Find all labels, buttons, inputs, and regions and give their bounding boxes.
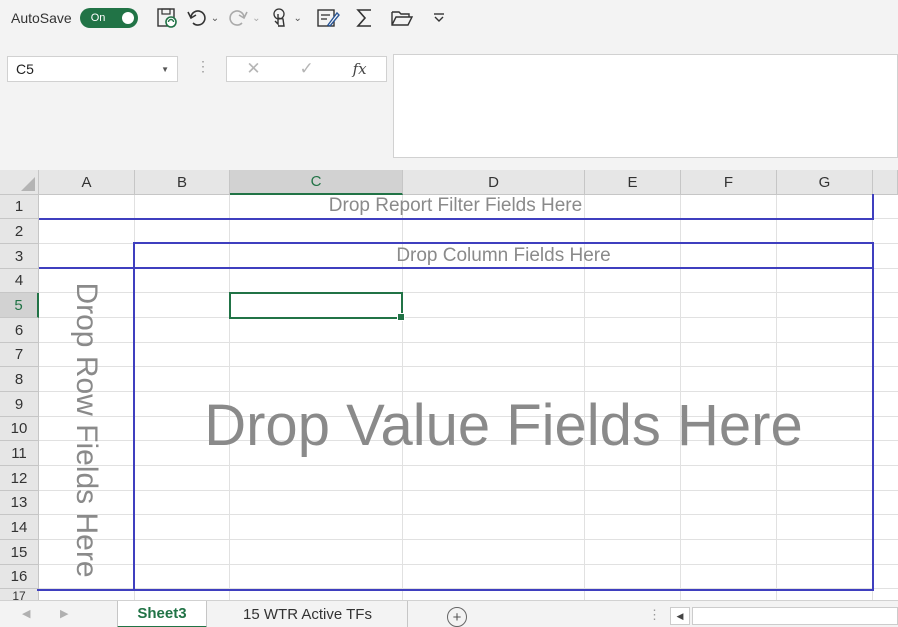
toggle-knob [121,12,134,24]
row-header-14[interactable]: 14 [0,515,39,540]
row-header-6[interactable]: 6 [0,318,39,343]
formula-bar-buttons: ✕ ✓ fx [226,56,387,82]
selected-cell-c5[interactable] [229,292,405,321]
touch-mode-icon [272,8,285,27]
chevron-down-icon[interactable]: ▼ [161,65,169,74]
chevron-down-icon[interactable]: ⌄ [252,13,260,24]
row-header-16[interactable]: 16 [0,565,39,589]
row-header-1[interactable]: 1 [0,195,39,219]
scroll-tabs-left-icon[interactable]: ◀ [22,607,30,620]
column-header-d[interactable]: D [403,170,585,195]
enter-icon[interactable]: ✓ [299,59,313,79]
worksheet-grid[interactable]: A B C D E F G 1 2 3 4 5 6 7 8 9 10 11 12… [0,170,898,600]
autosum-icon [356,9,371,27]
column-fields-placeholder: Drop Column Fields Here [396,244,611,266]
select-all-button[interactable] [0,170,39,195]
undo-icon [187,10,206,26]
autosave-label: AutoSave [11,10,72,26]
row-header-5[interactable]: 5 [0,293,39,318]
sheet-tab-15-wtr-active-tfs[interactable]: 15 WTR Active TFs [208,601,408,627]
form-icon [317,9,340,27]
row-header-13[interactable]: 13 [0,491,39,515]
plus-icon: + [452,608,462,626]
name-box[interactable]: C5 ▼ [7,56,178,82]
row-header-10[interactable]: 10 [0,417,39,441]
formula-bar-grip-icon[interactable]: ⋮ [196,58,210,75]
cancel-icon[interactable]: ✕ [246,59,260,79]
customize-toolbar-icon [433,13,444,22]
undo-button[interactable]: ⌄ [186,5,219,31]
name-box-value: C5 [16,61,34,77]
insert-function-icon[interactable]: fx [353,60,367,78]
row-header-4[interactable]: 4 [0,269,39,293]
open-folder-icon [391,11,414,26]
row-header-12[interactable]: 12 [0,466,39,491]
open-button[interactable] [390,5,414,31]
row-header-17[interactable]: 17 [0,589,39,600]
column-header-f[interactable]: F [681,170,777,195]
quick-access-toolbar: AutoSave On ⌄ ⌄ ⌄ [0,0,898,36]
redo-button[interactable]: ⌄ [227,5,261,31]
autosum-button[interactable] [354,5,376,31]
column-header-e[interactable]: E [585,170,681,195]
value-fields-placeholder: Drop Value Fields Here [204,392,803,458]
column-header-b[interactable]: B [135,170,230,195]
row-header-2[interactable]: 2 [0,219,39,244]
chevron-down-icon[interactable]: ⌄ [294,13,302,24]
autosave-state: On [90,12,106,24]
save-button[interactable] [156,5,178,31]
column-header-c[interactable]: C [230,170,403,195]
add-sheet-button[interactable]: + [447,607,467,627]
scroll-left-button[interactable]: ◀ [670,607,690,625]
row-header-15[interactable]: 15 [0,540,39,565]
row-header-9[interactable]: 9 [0,392,39,417]
row-zone-top-border [39,267,135,269]
formula-input[interactable] [393,54,898,158]
row-header-7[interactable]: 7 [0,343,39,367]
touch-mode-button[interactable]: ⌄ [269,5,302,31]
chevron-down-icon[interactable]: ⌄ [211,13,219,24]
excel-window: AutoSave On ⌄ ⌄ ⌄ C5 ▼ ⋮ ✕ ✓ fx A B C D … [0,0,898,627]
horizontal-scrollbar[interactable] [692,607,898,625]
row-header-3[interactable]: 3 [0,244,39,269]
column-header-next[interactable] [873,170,898,195]
sheet-tab-sheet3[interactable]: Sheet3 [117,601,207,627]
row-header-8[interactable]: 8 [0,367,39,392]
form-button[interactable] [316,5,340,31]
row-fields-placeholder: Drop Row Fields Here [70,282,103,578]
scroll-tabs-right-icon[interactable]: ▶ [60,607,68,620]
tab-split-grip-icon[interactable]: ⋮ [648,607,661,623]
customize-toolbar-button[interactable] [432,5,446,31]
report-filter-placeholder: Drop Report Filter Fields Here [328,195,583,216]
save-icon [157,8,177,28]
redo-icon [229,10,248,26]
column-header-g[interactable]: G [777,170,873,195]
column-header-a[interactable]: A [39,170,135,195]
row-header-11[interactable]: 11 [0,441,39,466]
autosave-toggle[interactable]: On [79,8,138,28]
